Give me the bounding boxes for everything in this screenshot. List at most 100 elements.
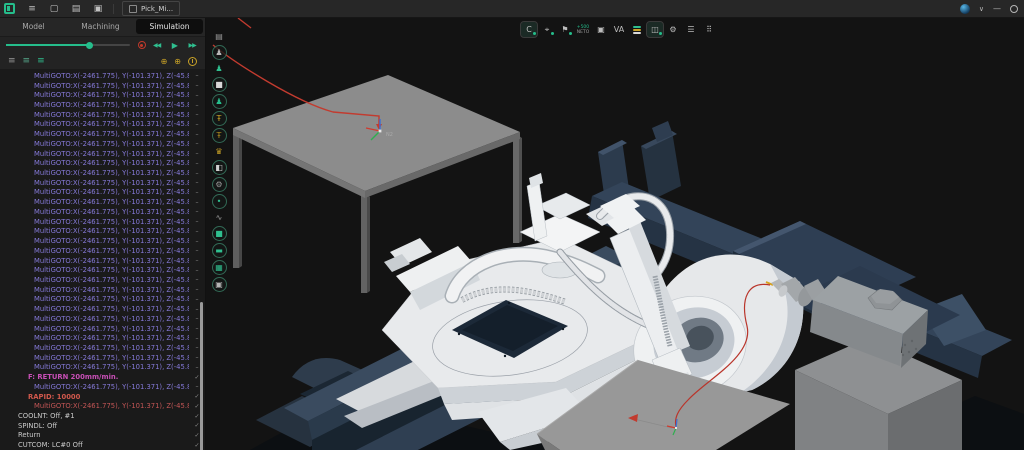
gcode-row[interactable]: MultiGOTO:X(-2461.775), Y(-101.371), Z(-… [0,139,205,149]
save-file-icon[interactable]: ▣ [90,2,106,15]
list-plain-icon[interactable]: ≡ [8,57,16,66]
tab-machining[interactable]: Machining [67,20,134,33]
gcode-row[interactable]: F: RETURN 200mm/min.✓ [0,372,205,382]
settings-gear-icon[interactable]: ⚙ [665,22,681,37]
gcode-row[interactable]: MultiGOTO:X(-2461.775), Y(-101.371), Z(-… [0,236,205,246]
gcode-row[interactable]: MultiGOTO:X(-2461.775), Y(-101.371), Z(-… [0,304,205,314]
gcode-row[interactable]: RAPID: 10000✓ [0,392,205,402]
gcode-row[interactable]: MultiGOTO:X(-2461.775), Y(-101.371), Z(-… [0,110,205,120]
rewind-button[interactable]: ◀◀ [150,42,164,49]
list-expanded-icon[interactable]: ≡ [37,57,45,66]
tool-operator-icon[interactable]: ♟ [212,94,227,109]
gcode-row[interactable]: CUTCOM: LC#0 Off✓ [0,440,205,450]
gear-icon[interactable]: ⚙ [212,177,227,192]
step-move-icon[interactable]: ⊕ [174,57,181,66]
crown-icon[interactable]: ♛ [212,144,227,158]
gcode-row[interactable]: MultiGOTO:X(-2461.775), Y(-101.371), Z(-… [0,158,205,168]
document-checkbox[interactable] [129,5,137,13]
simulation-progress-slider[interactable] [6,44,130,46]
user-avatar-icon[interactable] [1010,5,1018,13]
gcode-row[interactable]: MultiGOTO:X(-2461.775), Y(-101.371), Z(-… [0,71,205,81]
gcode-row[interactable]: MultiGOTO:X(-2461.775), Y(-101.371), Z(-… [0,363,205,373]
play-button[interactable]: ▶ [167,41,181,50]
tool-holder-icon[interactable]: Ŧ [212,111,227,126]
gcode-row[interactable]: MultiGOTO:X(-2461.775), Y(-101.371), Z(-… [0,227,205,237]
gcode-row[interactable]: MultiGOTO:X(-2461.775), Y(-101.371), Z(-… [0,382,205,392]
step-statement-icon[interactable]: ⊕ [161,57,168,66]
gcode-row[interactable]: MultiGOTO:X(-2461.775), Y(-101.371), Z(-… [0,81,205,91]
slider-thumb[interactable] [86,42,93,49]
gcode-text: MultiGOTO:X(-2461.775), Y(-101.371), Z(-… [0,276,189,284]
spline-icon[interactable]: ∿ [212,210,227,224]
box-body-icon[interactable]: ▣ [212,277,227,292]
minimize-icon[interactable]: — [993,4,1001,13]
gcode-row[interactable]: MultiGOTO:X(-2461.775), Y(-101.371), Z(-… [0,285,205,295]
layers-icon[interactable] [629,22,645,37]
gcode-row[interactable]: MultiGOTO:X(-2461.775), Y(-101.371), Z(-… [0,353,205,363]
gcode-text: MultiGOTO:X(-2461.775), Y(-101.371), Z(-… [0,82,189,90]
point-icon[interactable]: • [212,194,227,209]
gcode-row[interactable]: MultiGOTO:X(-2461.775), Y(-101.371), Z(-… [0,207,205,217]
gcode-row[interactable]: MultiGOTO:X(-2461.775), Y(-101.371), Z(-… [0,275,205,285]
display-options-icon[interactable]: ☰ [683,22,699,37]
apps-grid-icon[interactable]: ⠿ [701,22,717,37]
gcode-row[interactable]: MultiGOTO:X(-2461.775), Y(-101.371), Z(-… [0,246,205,256]
gcode-row[interactable]: COOLNT: Off, #1✓ [0,411,205,421]
gcode-row[interactable]: MultiGOTO:X(-2461.775), Y(-101.371), Z(-… [0,333,205,343]
open-file-icon[interactable]: ▤ [68,2,84,15]
stock-icon[interactable]: ■ [212,77,227,92]
flag-icon[interactable]: ⚑ [557,22,573,37]
gcode-row[interactable]: MultiGOTO:X(-2461.775), Y(-101.371), Z(-… [0,178,205,188]
analysis-icon[interactable]: VA [611,22,627,37]
workpiece-icon[interactable]: ▣ [593,22,609,37]
gcode-row[interactable]: MultiGOTO:X(-2461.775), Y(-101.371), Z(-… [0,120,205,130]
mesh-grid-icon[interactable]: ▦ [212,260,227,275]
gcode-row[interactable]: MultiGOTO:X(-2461.775), Y(-101.371), Z(-… [0,265,205,275]
gcode-row[interactable]: MultiGOTO:X(-2461.775), Y(-101.371), Z(-… [0,343,205,353]
dash-icon: – [189,72,205,79]
gcode-row[interactable]: MultiGOTO:X(-2461.775), Y(-101.371), Z(-… [0,129,205,139]
simulation-view-icon[interactable]: ◫ [647,22,663,37]
solid-body-icon[interactable]: ■ [212,226,227,241]
panel-body-icon[interactable]: ▬ [212,243,227,258]
power-icon[interactable] [188,57,197,66]
gcode-row[interactable]: SPINDL: Off✓ [0,421,205,431]
gcode-row[interactable]: MultiGOTO:X(-2461.775), Y(-101.371), Z(-… [0,149,205,159]
document-tab-label: Pick_Mi... [141,5,173,13]
tool-key-icon[interactable]: Ŧ [212,128,227,143]
gcode-text: MultiGOTO:X(-2461.775), Y(-101.371), Z(-… [0,334,189,342]
new-file-icon[interactable]: ▢ [46,2,62,15]
stop-record-icon[interactable] [138,41,146,49]
fixture-icon[interactable]: ◧ [212,160,227,175]
list-current-icon[interactable]: ≡ [23,57,31,66]
dash-icon: – [189,257,205,264]
document-tab[interactable]: Pick_Mi... [122,1,180,16]
gcode-row[interactable]: MultiGOTO:X(-2461.775), Y(-101.371), Z(-… [0,401,205,411]
feed-override-icon[interactable]: +500NETO [575,22,591,37]
operator-circle-icon[interactable]: ♟ [212,45,227,60]
gcode-row[interactable]: MultiGOTO:X(-2461.775), Y(-101.371), Z(-… [0,324,205,334]
main-menu-icon[interactable]: ≡ [24,2,40,15]
viewport-top-toolbar: C⌖⚑+500NETO▣VA ◫⚙☰⠿ [521,21,717,38]
gcode-row[interactable]: MultiGOTO:X(-2461.775), Y(-101.371), Z(-… [0,100,205,110]
tab-model[interactable]: Model [0,20,67,33]
account-globe-icon[interactable] [960,4,970,14]
collision-control-icon[interactable]: C [521,22,537,37]
fast-forward-button[interactable]: ▶▶ [185,42,199,49]
gcode-scrollbar[interactable] [200,302,203,450]
gcode-row[interactable]: MultiGOTO:X(-2461.775), Y(-101.371), Z(-… [0,314,205,324]
gcode-row[interactable]: MultiGOTO:X(-2461.775), Y(-101.371), Z(-… [0,197,205,207]
machine-head-icon[interactable]: ▤ [212,29,227,43]
gcode-row[interactable]: MultiGOTO:X(-2461.775), Y(-101.371), Z(-… [0,295,205,305]
gcode-row[interactable]: MultiGOTO:X(-2461.775), Y(-101.371), Z(-… [0,256,205,266]
gcode-row[interactable]: MultiGOTO:X(-2461.775), Y(-101.371), Z(-… [0,217,205,227]
inspect-icon[interactable]: ⌖ [539,22,555,37]
gcode-row[interactable]: MultiGOTO:X(-2461.775), Y(-101.371), Z(-… [0,168,205,178]
gcode-list[interactable]: MultiGOTO:X(-2461.775), Y(-101.371), Z(-… [0,69,205,450]
gcode-row[interactable]: MultiGOTO:X(-2461.775), Y(-101.371), Z(-… [0,188,205,198]
operator-icon[interactable]: ♟ [212,61,227,75]
gcode-row[interactable]: Return✓ [0,431,205,441]
tab-simulation[interactable]: Simulation [136,19,203,34]
chevron-down-icon[interactable]: ∨ [979,5,984,13]
gcode-row[interactable]: MultiGOTO:X(-2461.775), Y(-101.371), Z(-… [0,90,205,100]
